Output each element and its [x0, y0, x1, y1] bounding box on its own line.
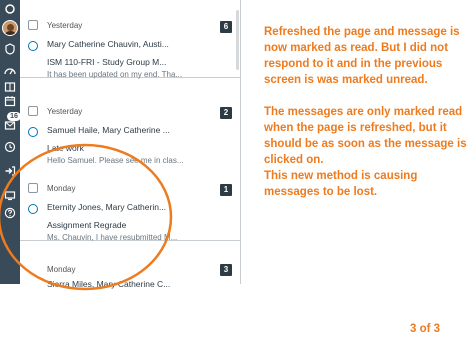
read-status-toggle[interactable]	[28, 41, 38, 51]
conversation-participants: Mary Catherine Chauvin, Austi...	[47, 39, 169, 49]
conversation-date: Monday	[47, 184, 76, 193]
select-checkbox[interactable]	[28, 20, 38, 30]
page-indicator: 3 of 3	[410, 323, 441, 335]
conversation-participants: Sierra Miles, Mary Catherine C...	[47, 279, 171, 289]
studio-icon[interactable]	[0, 186, 20, 204]
annotation-note: Refreshed the page and message is now ma…	[264, 24, 470, 200]
conversation-subject: Late work	[47, 143, 84, 153]
conversation-subject: ISM 110-FRI - Study Group M...	[47, 57, 167, 67]
message-count-badge: 6	[220, 21, 232, 33]
conversation-preview: Ms. Chauvin, I have resubmitted M...	[47, 233, 178, 242]
annotation-paragraph: This new method is causing messages to b…	[264, 170, 418, 198]
conversation-item[interactable]: Yesterday 2 Samuel Haile, Mary Catherine…	[20, 86, 240, 165]
annotation-paragraph: Refreshed the page and message is now ma…	[264, 26, 460, 86]
logo-icon[interactable]	[0, 0, 20, 18]
select-checkbox[interactable]	[28, 106, 38, 116]
history-icon[interactable]	[0, 138, 20, 156]
admin-icon[interactable]	[0, 40, 20, 58]
read-status-toggle[interactable]	[28, 204, 38, 214]
conversation-item[interactable]: Yesterday 6 Mary Catherine Chauvin, Aust…	[20, 0, 240, 79]
conversation-date: Yesterday	[47, 21, 83, 30]
conversation-date: Monday	[47, 265, 76, 274]
conversation-item[interactable]: Monday 3 Sierra Miles, Mary Catherine C.…	[20, 249, 240, 289]
message-count-badge: 3	[220, 264, 232, 276]
message-count-badge: 2	[220, 107, 232, 119]
screenshot-canvas: 16 Yesterday 6 Mary Catherine Chauvin, A…	[0, 0, 474, 363]
global-navigation: 16	[0, 0, 20, 284]
annotation-paragraph: The messages are only marked read when t…	[264, 106, 467, 166]
read-status-toggle[interactable]	[28, 127, 38, 137]
calendar-icon[interactable]	[0, 92, 20, 110]
conversation-list: Yesterday 6 Mary Catherine Chauvin, Aust…	[20, 0, 241, 289]
message-count-badge: 1	[220, 184, 232, 196]
help-icon[interactable]	[0, 204, 20, 222]
conversation-participants: Eternity Jones, Mary Catherin...	[47, 202, 167, 212]
commons-icon[interactable]	[0, 162, 20, 180]
conversation-item[interactable]: Monday 1 Eternity Jones, Mary Catherin..…	[20, 163, 240, 242]
select-checkbox[interactable]	[28, 183, 38, 193]
conversation-subject: Assignment Regrade	[47, 220, 127, 230]
user-avatar-icon[interactable]	[2, 20, 18, 36]
inbox-unread-badge: 16	[7, 112, 20, 121]
conversation-participants: Samuel Haile, Mary Catherine ...	[47, 125, 170, 135]
list-scrollbar[interactable]	[236, 10, 239, 70]
conversation-preview: It has been updated on my end. Tha...	[47, 70, 183, 79]
conversation-date: Yesterday	[47, 107, 83, 116]
